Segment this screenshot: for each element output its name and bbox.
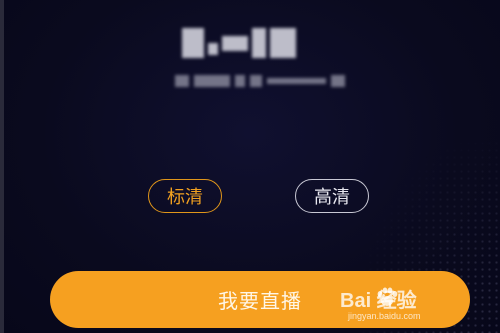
blurred-title	[182, 28, 337, 58]
video-quality-selector: 标清 高清	[0, 179, 500, 215]
baidu-jingyan-watermark: Bai 经验 jingyan.baidu.com	[340, 284, 490, 330]
watermark-url: jingyan.baidu.com	[348, 311, 421, 321]
blurred-subtitle	[175, 72, 345, 90]
quality-option-high[interactable]: 高清	[295, 179, 369, 213]
paw-icon	[377, 287, 398, 306]
go-live-button-label: 我要直播	[218, 289, 302, 313]
quality-option-standard-label: 标清	[167, 187, 203, 208]
quality-option-standard[interactable]: 标清	[148, 179, 222, 213]
left-edge-divider	[0, 0, 4, 333]
quality-option-high-label: 高清	[314, 187, 350, 208]
live-setup-screen: 标清 高清 我要直播 Bai 经验 jingyan.baidu.com	[0, 0, 500, 333]
